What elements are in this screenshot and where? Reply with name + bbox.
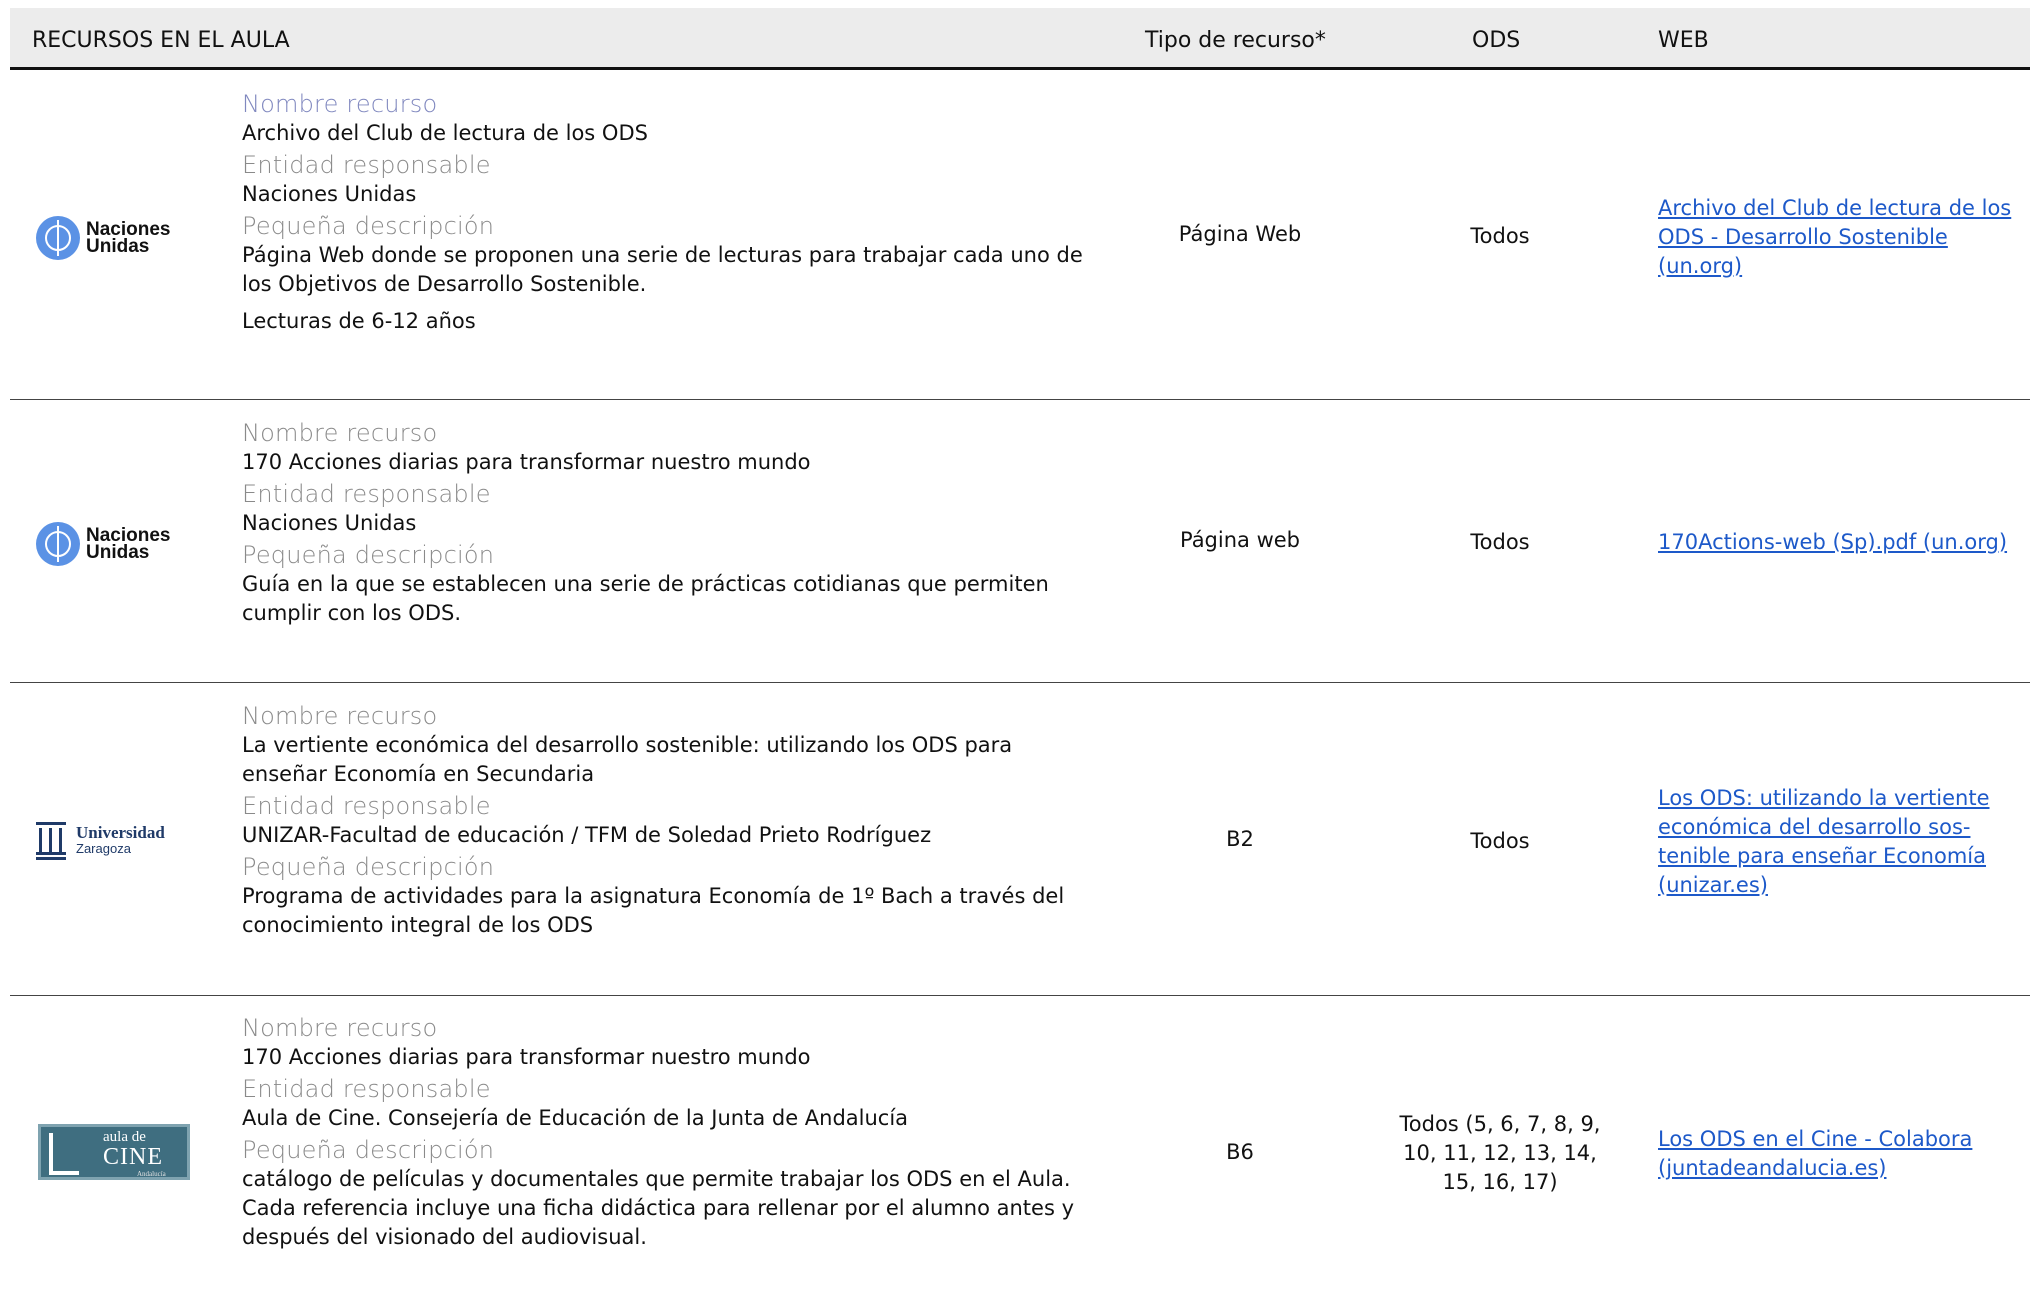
descripcion: Guía en la que se establecen una serie d… — [242, 572, 1049, 625]
resource-description: Nombre recurso La vertiente económica de… — [242, 701, 1102, 942]
web-link[interactable]: 170Actions-web (Sp).pdf (un.org) — [1658, 530, 2007, 554]
row-divider — [10, 399, 2030, 400]
label-entidad-responsable: Entidad responsable — [242, 1075, 491, 1103]
entidad-responsable: Naciones Unidas — [242, 182, 417, 206]
entidad-responsable: UNIZAR-Facultad de educación / TFM de So… — [242, 823, 932, 847]
web-link-cell: 170Actions-web (Sp).pdf (un.org) — [1658, 528, 2028, 557]
label-descripcion: Pequeña descripción — [242, 1136, 495, 1164]
film-frame-icon — [49, 1133, 79, 1175]
universidad-zaragoza-logo: Universidad Zaragoza — [36, 820, 165, 860]
ods-value: Todos — [1470, 829, 1530, 853]
ods-value: Todos (5, 6, 7, 8, 9, 10, 11, 12, 13, 14… — [1399, 1112, 1601, 1194]
web-link-cell: Los ODS en el Cine - Colabora (juntadean… — [1658, 1125, 2028, 1183]
tipo-recurso: B6 — [1226, 1140, 1254, 1164]
aula-de-cine-logo: aula de CINE Andalucía — [38, 1124, 190, 1180]
naciones-unidas-logo: Naciones Unidas — [36, 216, 170, 260]
label-descripcion: Pequeña descripción — [242, 212, 495, 240]
nombre-recurso: 170 Acciones diarias para transformar nu… — [242, 1045, 811, 1069]
header-ods: ODS — [1472, 28, 1521, 53]
tipo-recurso: B2 — [1226, 827, 1254, 851]
web-link[interactable]: Los ODS en el Cine - Colabora (juntadean… — [1658, 1127, 1972, 1180]
university-emblem-icon — [36, 820, 66, 860]
label-nombre-recurso: Nombre recurso — [242, 419, 438, 447]
label-entidad-responsable: Entidad responsable — [242, 480, 491, 508]
label-nombre-recurso: Nombre recurso — [242, 702, 438, 730]
tipo-recurso: Página Web — [1178, 222, 1302, 246]
resource-description: Nombre recurso Archivo del Club de lectu… — [242, 89, 1102, 338]
un-emblem-icon — [36, 522, 80, 566]
resource-description: Nombre recurso 170 Acciones diarias para… — [242, 418, 1102, 630]
nombre-recurso: Archivo del Club de lectura de los ODS — [242, 121, 648, 145]
web-link-cell: Archivo del Club de lectura de los ODS -… — [1658, 194, 2028, 281]
web-link[interactable]: Los ODS: utilizando la vertiente económi… — [1658, 786, 1990, 897]
descripcion: catálogo de películas y documentales que… — [242, 1167, 1074, 1249]
resource-description: Nombre recurso 170 Acciones diarias para… — [242, 1013, 1102, 1254]
tipo-recurso: Página web — [1179, 528, 1301, 552]
label-descripcion: Pequeña descripción — [242, 541, 495, 569]
entidad-responsable: Aula de Cine. Consejería de Educación de… — [242, 1106, 909, 1130]
header-recursos: RECURSOS EN EL AULA — [32, 28, 290, 53]
label-entidad-responsable: Entidad responsable — [242, 792, 491, 820]
header-web: WEB — [1658, 28, 1709, 53]
descripcion-extra: Lecturas de 6-12 años — [242, 309, 476, 333]
label-nombre-recurso: Nombre recurso — [242, 1014, 438, 1042]
header-tipo-recurso: Tipo de recurso* — [1145, 28, 1326, 53]
label-entidad-responsable: Entidad responsable — [242, 151, 491, 179]
entidad-responsable: Naciones Unidas — [242, 511, 417, 535]
descripcion: Página Web donde se proponen una serie d… — [242, 243, 1083, 296]
label-descripcion: Pequeña descripción — [242, 853, 495, 881]
row-divider — [10, 995, 2030, 996]
naciones-unidas-logo: Naciones Unidas — [36, 522, 170, 566]
ods-value: Todos — [1470, 224, 1530, 248]
descripcion: Programa de actividades para la asignatu… — [242, 884, 1065, 937]
un-emblem-icon — [36, 216, 80, 260]
nombre-recurso: La vertiente económica del desarrollo so… — [242, 733, 1013, 786]
web-link[interactable]: Archivo del Club de lectura de los ODS -… — [1658, 196, 2011, 278]
label-nombre-recurso: Nombre recurso — [242, 90, 438, 118]
nombre-recurso: 170 Acciones diarias para transformar nu… — [242, 450, 811, 474]
table-header: RECURSOS EN EL AULA Tipo de recurso* ODS… — [10, 8, 2030, 70]
ods-value: Todos — [1470, 530, 1530, 554]
web-link-cell: Los ODS: utilizando la vertiente económi… — [1658, 784, 2028, 900]
row-divider — [10, 682, 2030, 683]
